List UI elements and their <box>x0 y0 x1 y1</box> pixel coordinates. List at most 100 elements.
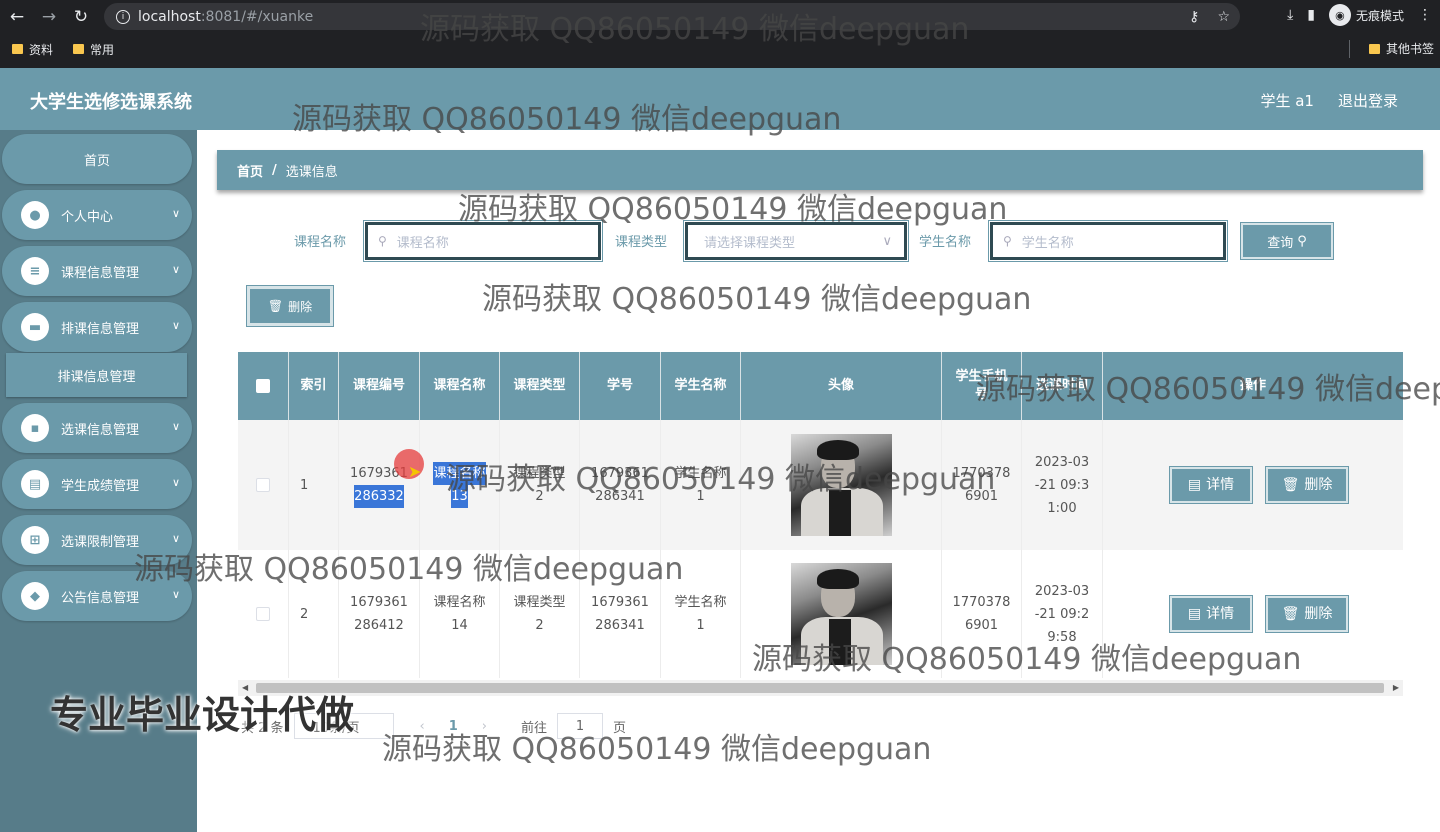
cell-course-type: 课程类型 2 <box>500 550 580 678</box>
briefcase-icon: ▬ <box>21 313 49 341</box>
column-header: 学生名称 <box>661 352 741 420</box>
chevron-down-icon: ∨ <box>171 476 180 489</box>
other-bookmarks[interactable]: 其他书签 <box>1368 40 1434 57</box>
search-icon: ⚲ <box>1003 234 1012 248</box>
course-type-select[interactable]: 请选择课程类型 ∨ <box>683 220 909 262</box>
info-icon[interactable]: i <box>116 9 130 24</box>
sidebar-item-selection[interactable]: ▪ 选课信息管理 ∨ <box>2 403 192 453</box>
bookmark-folder[interactable]: 常用 <box>73 41 114 58</box>
goto-page-input[interactable]: 1 <box>557 713 604 739</box>
horizontal-scrollbar[interactable]: ◀ ▶ <box>238 680 1403 696</box>
folder-icon <box>1368 43 1380 54</box>
scrollbar-thumb[interactable] <box>256 683 1384 693</box>
avatar[interactable] <box>790 434 892 536</box>
key-icon[interactable]: ⚷ <box>1189 9 1199 25</box>
url-host: localhost <box>138 8 201 25</box>
current-user: 学生 a1 <box>1260 92 1314 110</box>
query-button[interactable]: 查询 ⚲ <box>1240 222 1334 260</box>
avatar[interactable] <box>790 563 892 665</box>
chat-icon: ▪ <box>21 414 49 442</box>
bookmarks-bar: 资料 常用 其他书签 <box>0 38 1440 60</box>
app-header: 大学生选修选课系统 学生 a1 退出登录 <box>0 68 1440 130</box>
delete-button[interactable]: 🗑 删除 <box>1265 595 1349 633</box>
column-header: 学生手机号 <box>942 352 1022 420</box>
course-name-label: 课程名称 <box>294 235 347 250</box>
column-header: 课程类型 <box>500 352 580 420</box>
browser-chrome: ← → ↻ i localhost:8081/#/xuanke ⚷ ☆ ⤓ ▮ … <box>0 0 1440 68</box>
header-checkbox-cell[interactable] <box>238 352 289 420</box>
cell-student-name: 学生名称 1 <box>661 420 741 550</box>
mouse-cursor-icon: ➤ <box>408 462 422 481</box>
incognito-icon: ◉ <box>1328 4 1351 26</box>
goto-label: 前往 <box>521 720 548 736</box>
course-name-input[interactable]: ⚲ 课程名称 <box>363 220 603 262</box>
sidebar-item-home[interactable]: 首页 <box>2 134 192 184</box>
student-name-label: 学生名称 <box>919 235 972 250</box>
student-name-input[interactable]: ⚲ 学生名称 <box>988 220 1228 262</box>
breadcrumb: 首页 / 选课信息 <box>217 150 1423 190</box>
prev-page-icon[interactable]: ‹ <box>420 719 425 734</box>
address-bar[interactable]: i localhost:8081/#/xuanke ⚷ ☆ <box>104 3 1240 30</box>
document-icon: ▤ <box>1187 476 1202 493</box>
back-icon[interactable]: ← <box>2 2 32 32</box>
next-page-icon[interactable]: › <box>482 719 487 734</box>
cell-course-name: 课程名称 13 <box>420 420 500 550</box>
row-checkbox[interactable] <box>256 607 270 621</box>
cell-index: 1 <box>289 420 339 550</box>
search-icon: ⚲ <box>1297 233 1307 249</box>
more-icon[interactable]: ⋮ <box>1418 7 1432 23</box>
cell-actions: ▤ 详情 🗑 删除 <box>1103 420 1403 550</box>
column-header: 头像 <box>741 352 942 420</box>
row-checkbox[interactable] <box>256 478 270 492</box>
select-all-checkbox[interactable] <box>256 379 270 393</box>
star-icon[interactable]: ☆ <box>1217 9 1230 25</box>
sidebar-item-course-info[interactable]: ≡ 课程信息管理 ∨ <box>2 246 192 296</box>
sidebar-item-limits[interactable]: ⊞ 选课限制管理 ∨ <box>2 515 192 565</box>
cell-course-no: 1679361 286412 <box>339 550 420 678</box>
cell-avatar <box>741 420 942 550</box>
folder-icon <box>12 44 23 54</box>
sidebar-item-profile[interactable]: ● 个人中心 ∨ <box>2 190 192 240</box>
cell-actions: ▤ 详情 🗑 删除 <box>1103 550 1403 678</box>
scroll-right-icon[interactable]: ▶ <box>1393 683 1399 692</box>
trash-icon: 🗑 <box>267 299 284 313</box>
breadcrumb-home[interactable]: 首页 <box>237 161 263 180</box>
ticket-icon: ◆ <box>21 582 49 610</box>
breadcrumb-current: 选课信息 <box>285 164 338 180</box>
list-icon: ≡ <box>21 257 49 285</box>
cell-student-no: 1679361 286341 <box>580 550 661 678</box>
sidebar-item-grades[interactable]: ▤ 学生成绩管理 ∨ <box>2 459 192 509</box>
chevron-down-icon: ∨ <box>171 588 180 601</box>
delete-button[interactable]: 🗑 删除 <box>1265 466 1349 504</box>
page-number[interactable]: 1 <box>449 719 458 734</box>
breadcrumb-separator: / <box>272 162 277 178</box>
detail-button[interactable]: ▤ 详情 <box>1169 466 1253 504</box>
system-title: 大学生选修选课系统 <box>30 92 192 113</box>
download-icon[interactable]: ⤓ <box>1287 7 1293 23</box>
incognito-label: 无痕模式 <box>1355 8 1404 23</box>
sidebar-subitem-schedule[interactable]: 排课信息管理 <box>6 353 187 397</box>
batch-delete-button[interactable]: 🗑 删除 <box>246 285 334 327</box>
sidebar-item-notices[interactable]: ◆ 公告信息管理 ∨ <box>2 571 192 621</box>
sidepanel-icon[interactable]: ▮ <box>1307 7 1315 23</box>
row-checkbox-cell[interactable] <box>238 550 289 678</box>
trash-icon: 🗑 <box>1281 605 1300 622</box>
folder-icon <box>73 44 85 54</box>
logout-link[interactable]: 退出登录 <box>1338 90 1398 111</box>
cell-phone: 1770378 6901 <box>942 420 1022 550</box>
cell-avatar <box>741 550 942 678</box>
column-header: 课程编号 <box>339 352 420 420</box>
clipboard-icon: ▤ <box>21 470 49 498</box>
sidebar-item-schedule[interactable]: ▬ 排课信息管理 ∨ <box>2 302 192 352</box>
trash-icon: 🗑 <box>1281 476 1300 493</box>
course-type-label: 课程类型 <box>615 235 668 250</box>
column-header: 课程名称 <box>420 352 500 420</box>
row-checkbox-cell[interactable] <box>238 420 289 550</box>
column-header: 索引 <box>289 352 339 420</box>
forward-icon[interactable]: → <box>34 2 64 32</box>
chevron-down-icon: ∨ <box>171 207 180 220</box>
bookmark-folder[interactable]: 资料 <box>12 41 53 58</box>
reload-icon[interactable]: ↻ <box>66 2 96 32</box>
incognito-badge[interactable]: ◉ 无痕模式 <box>1328 4 1404 26</box>
detail-button[interactable]: ▤ 详情 <box>1169 595 1253 633</box>
